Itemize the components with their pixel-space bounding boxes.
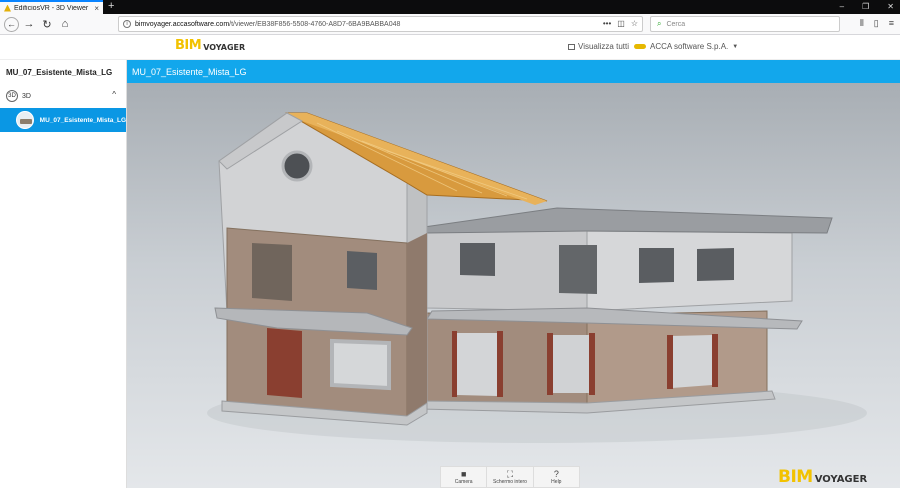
section-3d-label: 3D	[22, 92, 31, 100]
window-controls: – ❐ ✕	[840, 0, 894, 14]
camera-icon: ■	[460, 469, 467, 479]
viewer-title: MU_07_Esistente_Mista_LG	[132, 66, 247, 77]
viewer-title-bar: MU_07_Esistente_Mista_LG	[127, 60, 900, 83]
3d-viewport[interactable]	[127, 83, 900, 488]
menu-icon[interactable]: ≡	[889, 18, 894, 29]
bim-voyager-logo-bottom: BIM VOYAGER	[778, 467, 868, 487]
browser-tab[interactable]: EdificiosVR - 3D Viewer ×	[0, 0, 103, 14]
fullscreen-icon: ⛶	[506, 469, 514, 479]
back-arrow-icon[interactable]: ←	[4, 16, 19, 32]
model-item-label: MU_07_Esistente_Mista_LG	[39, 116, 126, 124]
account-menu[interactable]: ACCA software S.p.A. ▼	[634, 42, 738, 51]
library-icon[interactable]: ⫴	[860, 18, 864, 29]
new-tab-button[interactable]: +	[108, 0, 114, 14]
site-favicon-icon	[4, 4, 11, 12]
search-placeholder: Cerca	[666, 20, 686, 28]
pocket-icon[interactable]: ◫	[617, 19, 625, 28]
reload-icon[interactable]: ↻	[39, 16, 55, 32]
browser-toolbar-right: ⫴ ▯ ≡	[860, 18, 894, 29]
home-icon[interactable]: ⌂	[57, 16, 73, 32]
help-icon: ?	[553, 469, 559, 479]
minimize-icon[interactable]: –	[840, 0, 844, 14]
close-tab-icon[interactable]: ×	[94, 4, 99, 13]
url-bar[interactable]: i bimvoyager.accasoftware.com /t/viewer/…	[118, 16, 643, 32]
bim-voyager-logo[interactable]: BIM VOYAGER	[175, 39, 245, 52]
sidebar-section-3d[interactable]: 3D 3D ^	[0, 86, 126, 106]
model-thumbnail-icon	[16, 111, 34, 129]
url-path: /t/viewer/EB38F856-5508-4760-A8D7-6BA9BA…	[229, 20, 401, 28]
cube-3d-icon: 3D	[6, 90, 18, 102]
sidebar-toggle-icon[interactable]: ▯	[874, 18, 879, 29]
building-model[interactable]	[127, 83, 900, 488]
url-domain: bimvoyager.accasoftware.com	[135, 20, 230, 28]
grid-icon	[568, 43, 575, 50]
app-header: BIM VOYAGER Visualizza tutti ACCA softwa…	[0, 35, 900, 60]
chevron-up-icon[interactable]: ^	[112, 90, 116, 99]
more-actions-icon[interactable]: •••	[603, 19, 611, 28]
fullscreen-button[interactable]: ⛶ Schermo intero	[487, 467, 534, 487]
info-icon[interactable]: i	[123, 20, 131, 28]
browser-tab-bar: EdificiosVR - 3D Viewer × + – ❐ ✕	[0, 0, 900, 14]
maximize-icon[interactable]: ❐	[862, 0, 869, 14]
view-all-link[interactable]: Visualizza tutti	[568, 42, 629, 51]
sidebar: MU_07_Esistente_Mista_LG 3D 3D ^ MU_07_E…	[0, 60, 127, 488]
tab-title: EdificiosVR - 3D Viewer	[14, 4, 89, 12]
search-icon: ⌕	[657, 19, 662, 28]
camera-button[interactable]: ■ Camera	[441, 467, 488, 487]
sidebar-title: MU_07_Esistente_Mista_LG	[6, 68, 113, 77]
close-window-icon[interactable]: ✕	[887, 0, 894, 14]
forward-arrow-icon[interactable]: →	[21, 16, 37, 32]
chevron-down-icon: ▼	[732, 43, 739, 50]
sidebar-item-model[interactable]: MU_07_Esistente_Mista_LG	[0, 108, 126, 132]
url-actions: ••• ◫ ☆	[603, 19, 638, 28]
acca-logo-icon	[634, 44, 646, 49]
search-input[interactable]: ⌕ Cerca	[650, 16, 840, 32]
browser-nav-bar: ← → ↻ ⌂ i bimvoyager.accasoftware.com /t…	[0, 14, 900, 35]
help-button[interactable]: ? Help	[534, 467, 579, 487]
viewer-toolbar: ■ Camera ⛶ Schermo intero ? Help	[440, 466, 580, 488]
bookmark-star-icon[interactable]: ☆	[631, 19, 638, 28]
